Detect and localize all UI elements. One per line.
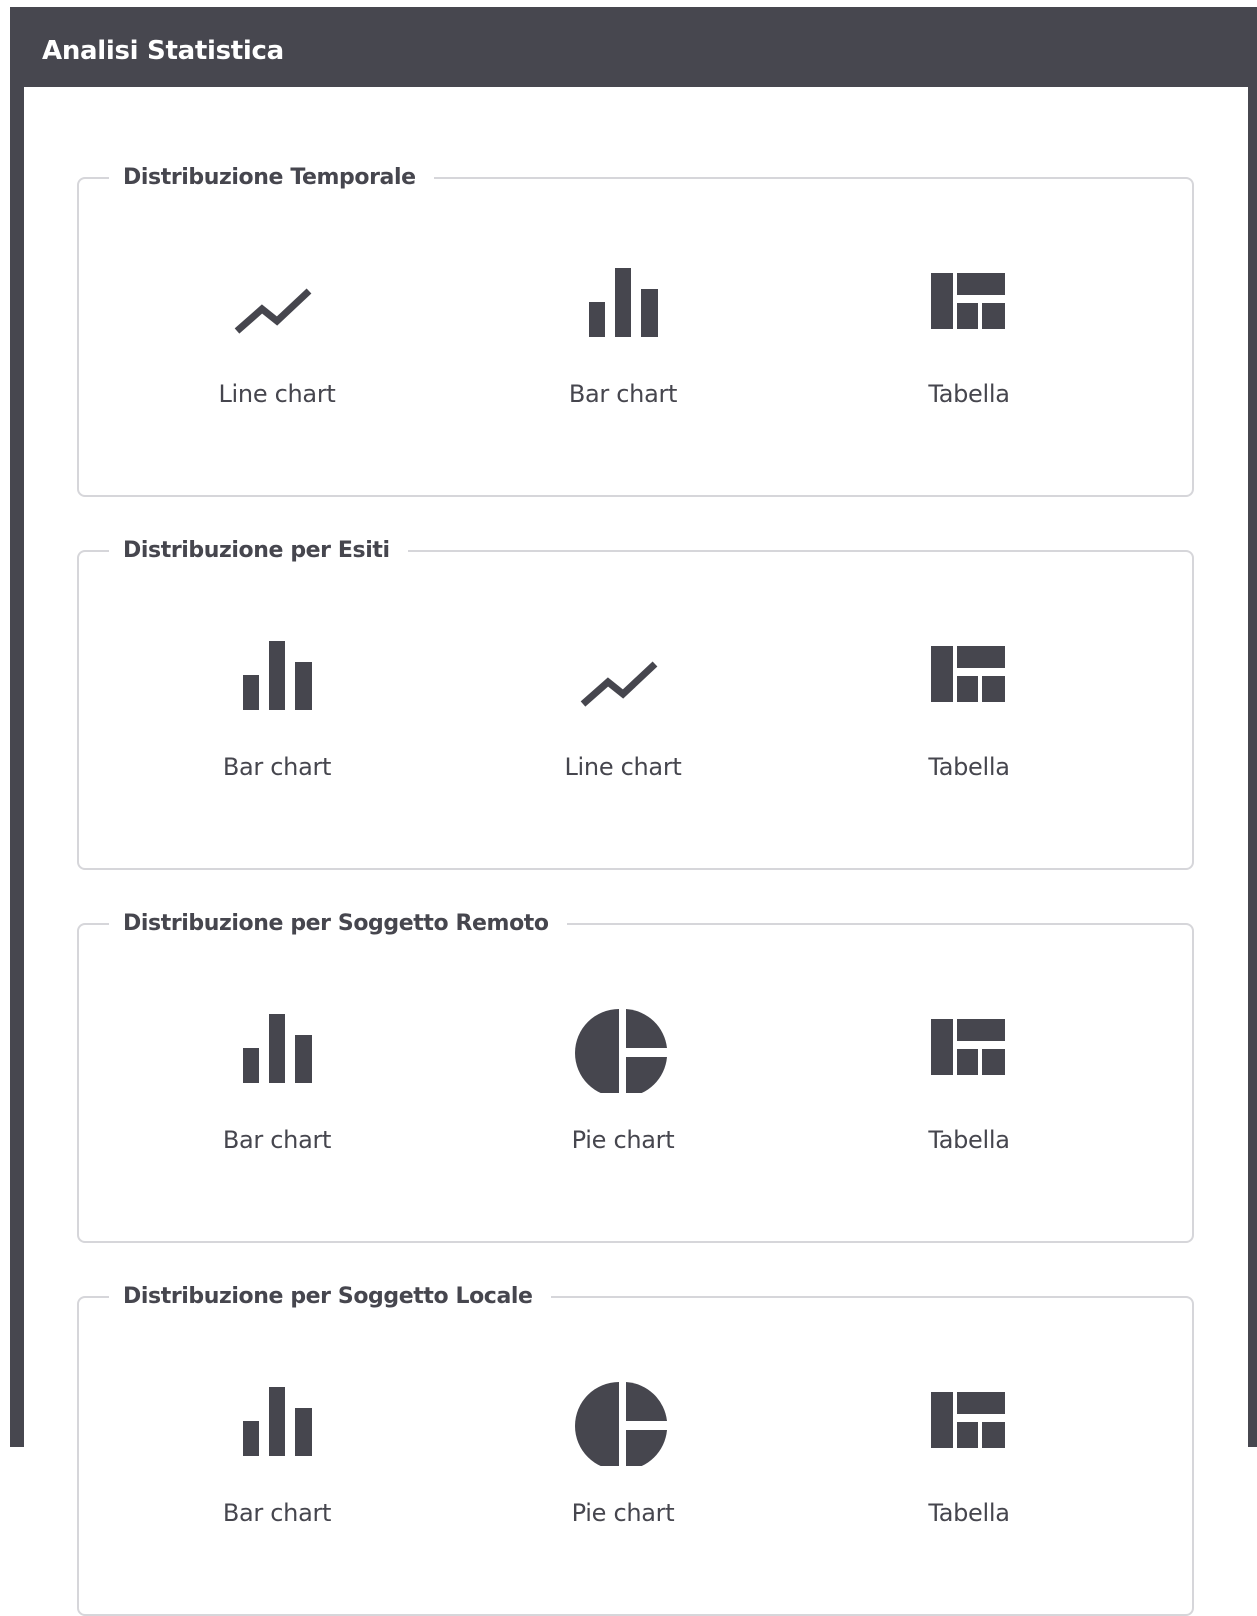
section-legend: Distribuzione per Esiti bbox=[109, 535, 408, 567]
option-line-chart[interactable]: Line chart bbox=[147, 249, 407, 419]
option-label: Line chart bbox=[218, 380, 336, 408]
table-icon bbox=[919, 1009, 1019, 1093]
section-legend: Distribuzione per Soggetto Remoto bbox=[109, 908, 567, 940]
bar-chart-icon bbox=[573, 263, 673, 347]
option-label: Pie chart bbox=[571, 1126, 675, 1154]
option-pie-chart[interactable]: Pie chart bbox=[493, 1368, 753, 1538]
option-table[interactable]: Tabella bbox=[839, 622, 1099, 792]
section-legend: Distribuzione Temporale bbox=[109, 162, 434, 194]
section-distribuzione-per-soggetto-locale: Distribuzione per Soggetto Locale Bar ch… bbox=[77, 1281, 1194, 1616]
option-table[interactable]: Tabella bbox=[839, 1368, 1099, 1538]
option-label: Bar chart bbox=[568, 380, 678, 408]
option-bar-chart[interactable]: Bar chart bbox=[493, 249, 753, 419]
option-label: Tabella bbox=[928, 1499, 1010, 1527]
section-distribuzione-per-esiti: Distribuzione per Esiti Bar chart Line c… bbox=[77, 535, 1194, 870]
bar-chart-icon bbox=[227, 1382, 327, 1466]
bar-chart-icon bbox=[227, 1009, 327, 1093]
option-bar-chart[interactable]: Bar chart bbox=[147, 622, 407, 792]
panel-title: Analisi Statistica bbox=[42, 36, 284, 66]
option-label: Tabella bbox=[928, 753, 1010, 781]
section-distribuzione-temporale: Distribuzione Temporale Line chart Bar c… bbox=[77, 162, 1194, 497]
option-bar-chart[interactable]: Bar chart bbox=[147, 995, 407, 1165]
option-label: Tabella bbox=[928, 380, 1010, 408]
option-label: Pie chart bbox=[571, 1499, 675, 1527]
table-icon bbox=[919, 1382, 1019, 1466]
option-line-chart[interactable]: Line chart bbox=[493, 622, 753, 792]
panel-content: Distribuzione Temporale Line chart Bar c… bbox=[24, 87, 1248, 1616]
option-table[interactable]: Tabella bbox=[839, 249, 1099, 419]
table-icon bbox=[919, 636, 1019, 720]
option-label: Line chart bbox=[564, 753, 682, 781]
line-chart-icon bbox=[227, 263, 327, 347]
section-legend: Distribuzione per Soggetto Locale bbox=[109, 1281, 551, 1313]
option-bar-chart[interactable]: Bar chart bbox=[147, 1368, 407, 1538]
pie-chart-icon bbox=[573, 1009, 673, 1093]
bar-chart-icon bbox=[227, 636, 327, 720]
option-label: Tabella bbox=[928, 1126, 1010, 1154]
pie-chart-icon bbox=[573, 1382, 673, 1466]
option-label: Bar chart bbox=[222, 1126, 332, 1154]
option-label: Bar chart bbox=[222, 753, 332, 781]
panel-header: Analisi Statistica bbox=[10, 7, 1257, 87]
option-label: Bar chart bbox=[222, 1499, 332, 1527]
line-chart-icon bbox=[573, 636, 673, 720]
option-table[interactable]: Tabella bbox=[839, 995, 1099, 1165]
option-pie-chart[interactable]: Pie chart bbox=[493, 995, 753, 1165]
table-icon bbox=[919, 263, 1019, 347]
section-distribuzione-per-soggetto-remoto: Distribuzione per Soggetto Remoto Bar ch… bbox=[77, 908, 1194, 1243]
